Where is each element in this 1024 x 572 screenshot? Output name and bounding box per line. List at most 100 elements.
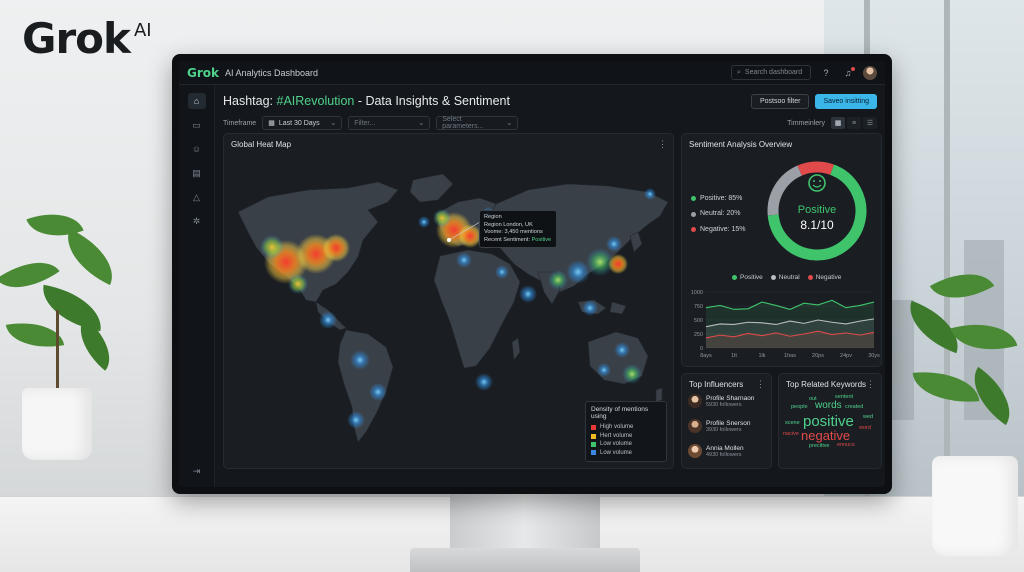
more-icon[interactable]: ⋮ (756, 379, 765, 390)
alert-icon[interactable]: △ (188, 189, 206, 205)
keywords-title: Top Related Keywords (786, 380, 867, 389)
filter-button[interactable]: Postsoo filter (751, 93, 810, 109)
brand-name: Grok (22, 14, 131, 63)
keyword[interactable]: words (815, 400, 842, 411)
avatar (688, 419, 702, 433)
y-tick-label: 250 (694, 332, 703, 338)
x-tick-label: 1has (784, 353, 796, 359)
sentiment-title: Sentiment Analysis Overview (689, 140, 793, 149)
tooltip-volume: Voome: 3,450 mentions (484, 229, 543, 236)
keyword[interactable]: negative (801, 428, 850, 443)
donut-segment-neutral (767, 165, 803, 216)
document-icon[interactable]: ▤ (188, 165, 206, 181)
brand-logo: Grok AI (22, 18, 152, 60)
help-icon[interactable]: ? (819, 66, 833, 80)
positive-stat: Positive: 85% (691, 191, 746, 206)
keyword[interactable]: people (791, 404, 808, 410)
density-legend-title: Density of mentions using (591, 406, 649, 421)
smile-icon (808, 174, 826, 192)
keyword[interactable]: created (845, 404, 863, 410)
keywords-panel: Top Related Keywords ⋮ out sentent people w… (778, 373, 882, 469)
avatar (688, 444, 702, 458)
timeline-label: Timmeinlery (787, 119, 825, 127)
chart-legend: Positive Neutral Negative (732, 274, 841, 281)
region-tooltip: Region Region London, UK Voome: 3,450 me… (479, 210, 557, 249)
brand-suffix: AI (133, 20, 152, 41)
x-tick-label: 20ps (812, 353, 824, 359)
params-placeholder: Select parameters... (442, 116, 484, 130)
grid-view-icon[interactable]: ▦ (831, 117, 845, 129)
filter-placeholder: Filter... (354, 119, 376, 127)
plant-right (899, 258, 1024, 572)
legend-item: Low volume (591, 440, 661, 448)
filter-bar: Timeframe ▦ Last 30 Days ⌄ Filter... ⌄ S… (223, 113, 877, 133)
filter-dropdown[interactable]: Filter... ⌄ (348, 116, 431, 130)
sentiment-panel: Sentiment Analysis Overview Positive: 85… (681, 133, 882, 367)
page-header: Hashtag: #AIRevolution - Data Insights &… (223, 91, 877, 111)
influencer-name: Profile Sharnaon (706, 394, 755, 402)
legend-item: Hert volume (591, 432, 661, 440)
dashboard-screen: Grok AI Analytics Dashboard ⌕ Search das… (179, 61, 885, 487)
chevron-down-icon: ⌄ (330, 120, 337, 127)
influencer-item[interactable]: Profile Sharnaon 5930 followers (688, 394, 754, 408)
keyword[interactable]: nacive (783, 431, 799, 437)
parameters-dropdown[interactable]: Select parameters... ⌄ (436, 116, 519, 130)
timeframe-dropdown[interactable]: ▦ Last 30 Days ⌄ (262, 116, 343, 130)
search-input[interactable]: ⌕ Search dashboard (731, 65, 811, 80)
monitor: Grok AI Analytics Dashboard ⌕ Search das… (172, 54, 892, 494)
app-logo: Grok (187, 65, 219, 80)
donut-segment-negative (797, 161, 834, 176)
calendar-icon: ▦ (268, 120, 275, 127)
x-tick-label: 24pv (840, 353, 852, 359)
x-tick-label: 8ays (700, 353, 712, 359)
influencer-name: Profile Snerson (706, 419, 751, 427)
keyword[interactable]: word (859, 425, 871, 431)
app-title: AI Analytics Dashboard (225, 67, 319, 78)
more-icon[interactable]: ⋮ (658, 139, 667, 150)
influencer-followers: 5930 followers (706, 401, 742, 408)
list-view-icon[interactable]: ≡ (847, 117, 861, 129)
influencer-followers: 3930 followers (706, 426, 742, 433)
monitor-stand (450, 492, 600, 552)
y-tick-label: 500 (694, 318, 703, 324)
influencer-item[interactable]: Profile Snerson 3930 followers (688, 419, 750, 433)
bell-icon[interactable]: ♫ (841, 66, 855, 80)
sentiment-trend-chart[interactable]: 1000 750 500 250 08ays 1lt 1lk 1has 20ps 24pv 30ys (684, 286, 880, 366)
keyword[interactable]: precitive (809, 443, 829, 449)
density-legend: Density of mentions using High volume He… (585, 401, 667, 462)
folder-icon[interactable]: ▭ (188, 117, 206, 133)
legend-neutral: Neutral (770, 274, 800, 281)
influencers-panel: Top Influencers ⋮ Profile Sharnaon 5930 f… (681, 373, 772, 469)
more-icon[interactable]: ⋮ (866, 379, 875, 390)
influencers-title: Top Influencers (689, 380, 744, 389)
sentiment-score: 8.1/10 (800, 218, 834, 232)
plant-left (0, 190, 140, 520)
main-content: Hashtag: #AIRevolution - Data Insights &… (215, 85, 885, 487)
logout-icon[interactable]: ⇥ (188, 463, 206, 479)
y-tick-label: 0 (700, 346, 703, 352)
neutral-stat: Neutral: 20% (691, 206, 746, 221)
sentiment-donut[interactable]: Positive 8.1/10 (762, 156, 872, 266)
home-icon[interactable]: ⌂ (187, 93, 206, 109)
x-tick-label: 1lk (758, 353, 765, 359)
keyword[interactable]: wed (863, 414, 873, 420)
influencer-item[interactable]: Annia Mollen 4930 followers (688, 444, 744, 458)
search-icon: ⌕ (737, 68, 741, 76)
timeframe-label: Timeframe (223, 119, 257, 127)
tooltip-region: Region London, UK (484, 221, 533, 228)
keyword[interactable]: ennucs (837, 442, 855, 448)
legend-positive: Positive (732, 274, 763, 281)
settings-icon[interactable]: ✲ (188, 213, 206, 229)
user-avatar[interactable] (863, 65, 877, 80)
save-button[interactable]: Saveo insitting (815, 93, 877, 109)
y-tick-label: 750 (694, 304, 703, 310)
avatar (688, 394, 702, 408)
table-view-icon[interactable]: ☰ (863, 117, 877, 129)
page-title: Hashtag: #AIRevolution - Data Insights &… (223, 94, 510, 108)
users-icon[interactable]: ☺ (188, 141, 206, 157)
heat-map-panel: Global Heat Map ⋮ Region Region London, … (223, 133, 674, 469)
tooltip-title: Region (484, 214, 502, 220)
keyword[interactable]: scene (785, 420, 800, 426)
chevron-down-icon: ⌄ (418, 120, 425, 127)
legend-negative: Negative (807, 274, 841, 281)
